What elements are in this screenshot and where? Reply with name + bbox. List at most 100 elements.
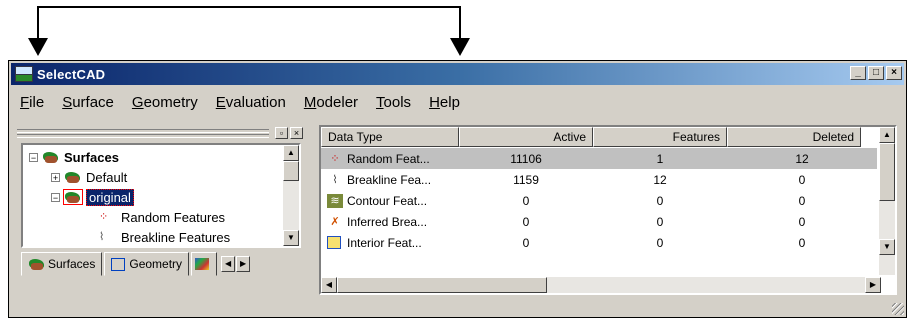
grid-horizontal-scrollbar[interactable]: ◀ ▶ (321, 277, 881, 293)
title-bar[interactable]: SelectCAD _ □ × (11, 63, 904, 85)
table-row[interactable]: ✗ Inferred Brea... 0 0 0 (321, 211, 877, 232)
panel-close-button[interactable]: × (290, 127, 303, 139)
menu-bar: File Surface Geometry Evaluation Modeler… (11, 89, 904, 115)
app-icon (15, 66, 33, 82)
tab-label: Surfaces (48, 257, 96, 271)
tab-label: Geometry (129, 257, 183, 271)
cell-deleted: 12 (795, 151, 809, 166)
scroll-left-button[interactable]: ◀ (321, 277, 337, 293)
grid-header: Data Type Active Features Deleted (321, 127, 861, 147)
interior-icon (327, 236, 341, 249)
scroll-up-button[interactable]: ▲ (283, 145, 299, 161)
menu-surface[interactable]: Surface (53, 94, 123, 111)
table-row[interactable]: ⌇ Breakline Fea... 1159 12 0 (321, 169, 877, 190)
tree-node-label: Default (86, 169, 128, 185)
table-row[interactable]: ⁘ Random Feat... 11106 1 12 (321, 148, 877, 169)
cell-features: 0 (656, 214, 664, 229)
cell-features: 12 (653, 172, 667, 187)
tree-vertical-scrollbar[interactable]: ▲ ▼ (283, 145, 299, 246)
panel-grip[interactable] (17, 129, 269, 133)
tree-node-label: Breakline Features (121, 229, 231, 245)
resize-grip-icon[interactable] (892, 303, 904, 315)
close-button[interactable]: × (886, 66, 902, 80)
cell-active: 1159 (513, 172, 539, 187)
surface-icon (28, 257, 44, 271)
column-header-data-type[interactable]: Data Type (321, 127, 459, 147)
inferred-breakline-icon: ✗ (330, 215, 340, 228)
minimize-button[interactable]: _ (850, 66, 866, 80)
collapse-icon[interactable]: − (51, 192, 60, 202)
surface-tree[interactable]: − Surfaces + Default − original ⁘ Random… (21, 143, 301, 248)
app-window: SelectCAD _ □ × File Surface Geometry Ev… (8, 60, 907, 318)
tree-node-original[interactable]: − original (51, 187, 134, 207)
menu-tools[interactable]: Tools (367, 94, 420, 111)
cell-active: 0 (522, 214, 530, 229)
tree-node-random-features[interactable]: ⁘ Random Features (99, 207, 225, 227)
arrowhead-right (450, 38, 470, 56)
data-grid[interactable]: Data Type Active Features Deleted ⁘ Rando… (319, 125, 897, 295)
random-features-icon: ⁘ (99, 211, 109, 223)
tab-geometry[interactable]: Geometry (104, 252, 190, 276)
menu-file[interactable]: File (11, 94, 53, 111)
column-header-features[interactable]: Features (593, 127, 727, 147)
tree-node-label: original (86, 188, 134, 206)
table-row[interactable]: Interior Feat... 0 0 0 (321, 232, 877, 253)
cell-features: 1 (656, 151, 664, 166)
geometry-icon (111, 257, 126, 271)
surface-icon (64, 170, 82, 184)
maximize-button[interactable]: □ (868, 66, 884, 80)
menu-evaluation[interactable]: Evaluation (207, 94, 295, 111)
tab-scroll-right-button[interactable]: ▶ (236, 256, 251, 272)
cell-data-type: Random Feat... (347, 151, 430, 166)
grid-vertical-scrollbar[interactable]: ▲ ▼ (879, 127, 895, 275)
scroll-thumb[interactable] (283, 161, 299, 181)
scroll-up-button[interactable]: ▲ (879, 127, 895, 143)
expand-icon[interactable]: + (51, 172, 60, 182)
arrowhead-left (28, 38, 48, 56)
menu-geometry[interactable]: Geometry (123, 94, 207, 111)
tree-node-label: Surfaces (64, 149, 119, 165)
panel-restore-button[interactable]: ▫ (275, 127, 288, 139)
scroll-down-button[interactable]: ▼ (283, 230, 299, 246)
palette-icon (195, 258, 210, 270)
cell-data-type: Inferred Brea... (347, 214, 428, 229)
surface-icon (63, 189, 83, 205)
panel-tabs: Surfaces Geometry ◀ ▶ (21, 252, 251, 278)
breakline-icon: ⌇ (332, 173, 338, 186)
cell-deleted: 0 (798, 193, 806, 208)
scroll-down-button[interactable]: ▼ (879, 239, 895, 255)
cell-active: 0 (522, 193, 530, 208)
menu-modeler[interactable]: Modeler (295, 94, 367, 111)
cell-deleted: 0 (798, 235, 806, 250)
tree-node-default[interactable]: + Default (51, 167, 127, 187)
random-features-icon: ⁘ (330, 152, 340, 165)
table-row[interactable]: ≋ Contour Feat... 0 0 0 (321, 190, 877, 211)
panel-grip[interactable] (17, 134, 269, 138)
tree-node-surfaces[interactable]: − Surfaces (29, 147, 119, 167)
cell-active: 0 (522, 235, 530, 250)
tab-surfaces[interactable]: Surfaces (21, 252, 103, 276)
cell-deleted: 0 (798, 214, 806, 229)
cell-data-type: Breakline Fea... (347, 172, 432, 187)
window-title: SelectCAD (37, 66, 106, 82)
collapse-icon[interactable]: − (29, 152, 38, 162)
breakline-icon: ⌇ (99, 231, 105, 243)
column-header-active[interactable]: Active (459, 127, 593, 147)
cell-features: 0 (656, 193, 664, 208)
cell-active: 11106 (510, 151, 542, 166)
scroll-right-button[interactable]: ▶ (865, 277, 881, 293)
contour-icon: ≋ (327, 193, 343, 208)
scroll-thumb[interactable] (337, 277, 547, 293)
tab-more[interactable] (191, 252, 218, 276)
column-header-deleted[interactable]: Deleted (727, 127, 861, 147)
tree-node-breakline-features[interactable]: ⌇ Breakline Features (99, 227, 231, 246)
scroll-thumb[interactable] (879, 143, 895, 201)
tab-scroll-left-button[interactable]: ◀ (221, 256, 236, 272)
cell-data-type: Interior Feat... (347, 235, 422, 250)
cell-features: 0 (656, 235, 664, 250)
cell-data-type: Contour Feat... (347, 193, 428, 208)
tree-node-label: Random Features (121, 209, 226, 225)
cell-deleted: 0 (798, 172, 806, 187)
workspace-panel: ▫ × − Surfaces + Default − original ⁘ Ra… (15, 127, 307, 290)
menu-help[interactable]: Help (420, 94, 469, 111)
